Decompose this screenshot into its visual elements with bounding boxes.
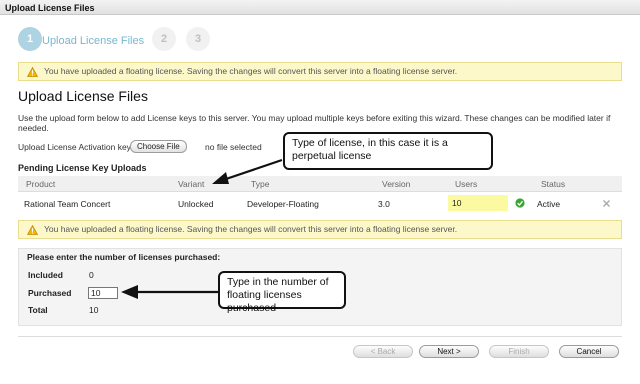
- warning-text: You have uploaded a floating license. Sa…: [44, 66, 458, 76]
- warning-icon: [27, 67, 38, 77]
- cancel-button[interactable]: Cancel: [559, 345, 619, 358]
- step-1-indicator[interactable]: 1: [18, 27, 42, 51]
- cell-version: 3.0: [378, 199, 390, 209]
- step-2-indicator[interactable]: 2: [152, 27, 176, 51]
- footer-separator: [18, 336, 622, 337]
- x-icon[interactable]: [602, 199, 611, 208]
- window-title: Upload License Files: [0, 0, 640, 15]
- step-1-label[interactable]: Upload License Files: [42, 35, 144, 47]
- no-file-text: no file selected: [205, 142, 262, 152]
- choose-file-button[interactable]: Choose File: [130, 140, 187, 153]
- variant-callout: Type of license, in this case it is a pe…: [283, 132, 493, 170]
- warning-icon: [27, 225, 38, 235]
- page-heading: Upload License Files: [18, 88, 148, 104]
- purchase-prompt: Please enter the number of licenses purc…: [27, 252, 221, 262]
- table-row: Rational Team Concert Unlocked Developer…: [18, 193, 622, 215]
- step-3-indicator[interactable]: 3: [186, 27, 210, 51]
- column-variant: Variant: [178, 179, 205, 189]
- floating-license-warning: You have uploaded a floating license. Sa…: [18, 62, 622, 81]
- total-value: 10: [89, 305, 99, 315]
- column-users: Users: [455, 179, 478, 189]
- cell-status: Active: [537, 199, 561, 209]
- purchased-input[interactable]: 10: [88, 287, 118, 299]
- page-description: Use the upload form below to add License…: [18, 113, 611, 133]
- cell-product: Rational Team Concert: [24, 199, 111, 209]
- check-icon: [515, 198, 525, 208]
- activation-key-label: Upload License Activation key:: [18, 142, 134, 152]
- purchased-callout: Type in the number of floating licenses …: [218, 271, 346, 314]
- included-value: 0: [89, 270, 94, 280]
- finish-button[interactable]: Finish: [489, 345, 549, 358]
- cell-variant: Unlocked: [178, 199, 214, 209]
- cell-type: Developer-Floating: [247, 199, 319, 209]
- floating-license-warning-2: You have uploaded a floating license. Sa…: [18, 220, 622, 239]
- pending-uploads-title: Pending License Key Uploads: [18, 163, 147, 173]
- warning-text: You have uploaded a floating license. Sa…: [44, 224, 458, 234]
- column-product: Product: [26, 179, 56, 189]
- users-input[interactable]: 10: [448, 195, 508, 211]
- included-label: Included: [28, 270, 63, 280]
- column-type: Type: [251, 179, 270, 189]
- column-version: Version: [382, 179, 411, 189]
- column-status: Status: [541, 179, 566, 189]
- table-header: Product Variant Type Version Users Statu…: [18, 176, 622, 192]
- purchased-label: Purchased: [28, 288, 72, 298]
- annotation-arrows: [121, 158, 283, 299]
- next-button[interactable]: Next >: [419, 345, 479, 358]
- total-label: Total: [28, 305, 48, 315]
- back-button[interactable]: < Back: [353, 345, 413, 358]
